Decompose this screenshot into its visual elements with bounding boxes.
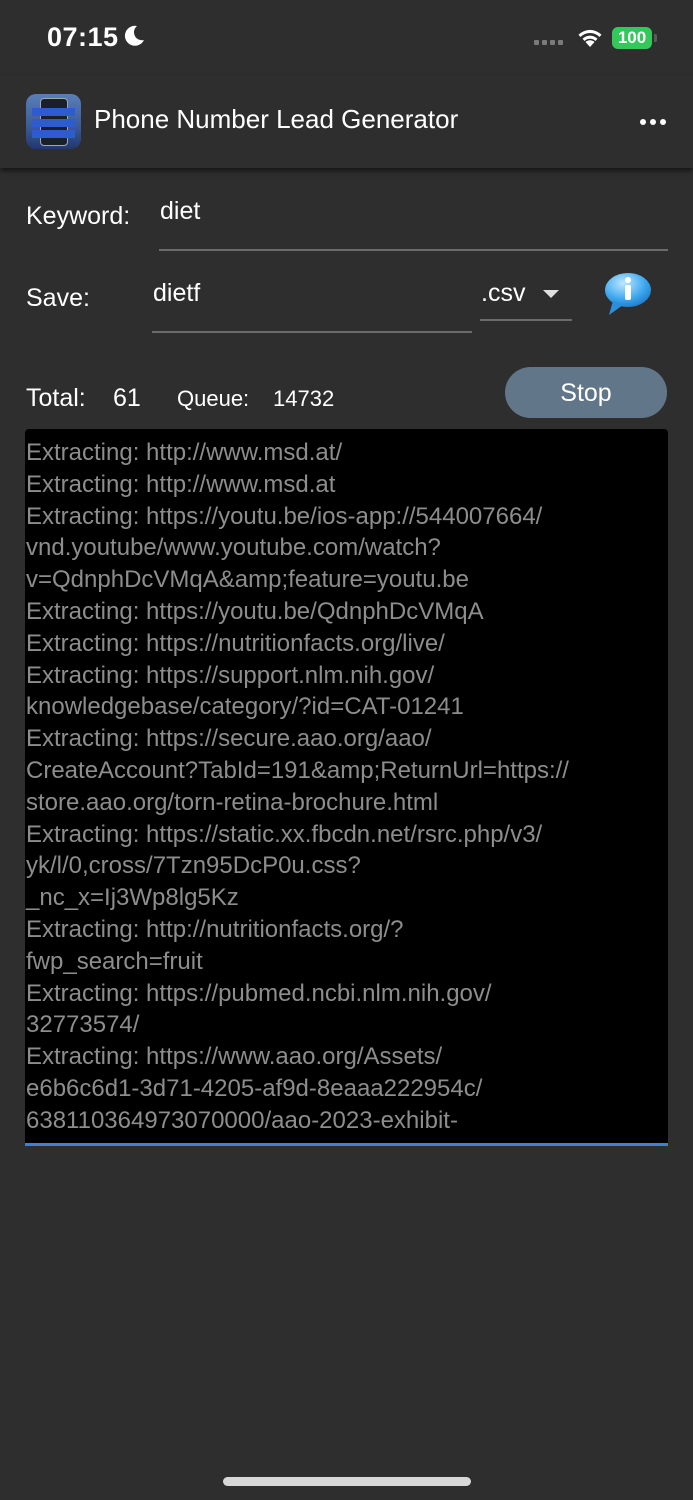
log-text: Extracting: http://www.msd.at/Extracting… (26, 437, 666, 1137)
battery-icon: 100 (612, 27, 652, 49)
format-dropdown[interactable]: .csv (480, 276, 572, 322)
app-bar: Phone Number Lead Generator (0, 76, 693, 168)
log-line: Extracting: https://www.aao.org/Assets/ (26, 1043, 443, 1071)
app-title: Phone Number Lead Generator (94, 104, 459, 134)
save-filename-input[interactable]: dietf (153, 279, 200, 308)
format-dropdown-underline (480, 319, 572, 321)
log-line: Extracting: https://support.nlm.nih.gov/ (26, 661, 435, 689)
log-line: yk/l/0,cross/7Tzn95DcP0u.css? (26, 852, 361, 880)
log-line: store.aao.org/torn-retina-brochure.html (26, 788, 439, 816)
log-output[interactable]: Extracting: http://www.msd.at/Extracting… (25, 429, 668, 1143)
queue-value: 14732 (273, 386, 335, 411)
cellular-signal-icon (534, 40, 563, 45)
log-line: Extracting: https://static.xx.fbcdn.net/… (26, 820, 543, 848)
home-indicator[interactable] (223, 1477, 471, 1486)
keyword-input[interactable]: diet (160, 197, 200, 226)
log-line: v=QdnphDcVMqA&amp;feature=youtu.be (26, 566, 469, 594)
log-line: vnd.youtube/www.youtube.com/watch? (26, 534, 441, 562)
info-icon[interactable] (603, 271, 653, 317)
log-line: knowledgebase/category/?id=CAT-01241 (26, 693, 464, 721)
dropdown-arrow-icon (543, 290, 559, 298)
log-line: 32773574/ (26, 1011, 140, 1039)
app-icon (26, 94, 81, 149)
wifi-icon (578, 29, 602, 47)
battery-nub (654, 34, 657, 42)
log-line: e6b6c6d1-3d71-4205-af9d-8eaaa222954c/ (26, 1074, 483, 1102)
log-line: _nc_x=Ij3Wp8lg5Kz (26, 884, 239, 912)
log-line: Extracting: http://www.msd.at (26, 470, 336, 498)
stop-button[interactable]: Stop (505, 367, 667, 418)
log-focus-underline (25, 1143, 668, 1146)
log-line: Extracting: http://nutritionfacts.org/? (26, 915, 404, 943)
app-icon-strip (32, 108, 75, 116)
log-line: Extracting: https://youtu.be/QdnphDcVMqA (26, 597, 484, 625)
log-line: 638110364973070000/aao-2023-exhibit- (26, 1106, 458, 1134)
moon-icon (124, 25, 144, 46)
log-line: CreateAccount?TabId=191&amp;ReturnUrl=ht… (26, 756, 569, 784)
queue-label: Queue: (177, 386, 250, 411)
save-filename-underline (152, 331, 472, 333)
format-dropdown-value: .csv (481, 279, 526, 307)
status-time: 07:15 (47, 22, 119, 52)
log-line: Extracting: https://youtu.be/ios-app://5… (26, 502, 543, 530)
log-line: Extracting: https://nutritionfacts.org/l… (26, 629, 445, 657)
save-label: Save: (26, 284, 90, 312)
log-line: Extracting: http://www.msd.at/ (26, 439, 343, 466)
more-icon[interactable] (636, 110, 670, 134)
app-icon-strip (32, 130, 75, 138)
keyword-input-underline (159, 249, 668, 251)
keyword-label: Keyword: (26, 202, 131, 230)
log-line: Extracting: https://pubmed.ncbi.nlm.nih.… (26, 979, 492, 1007)
total-label: Total: (26, 384, 86, 412)
log-line: Extracting: https://secure.aao.org/aao/ (26, 725, 432, 753)
app-icon-strip (32, 119, 75, 127)
log-line: fwp_search=fruit (26, 947, 203, 975)
total-value: 61 (113, 384, 141, 412)
status-bar: 07:15 100 (0, 0, 693, 76)
